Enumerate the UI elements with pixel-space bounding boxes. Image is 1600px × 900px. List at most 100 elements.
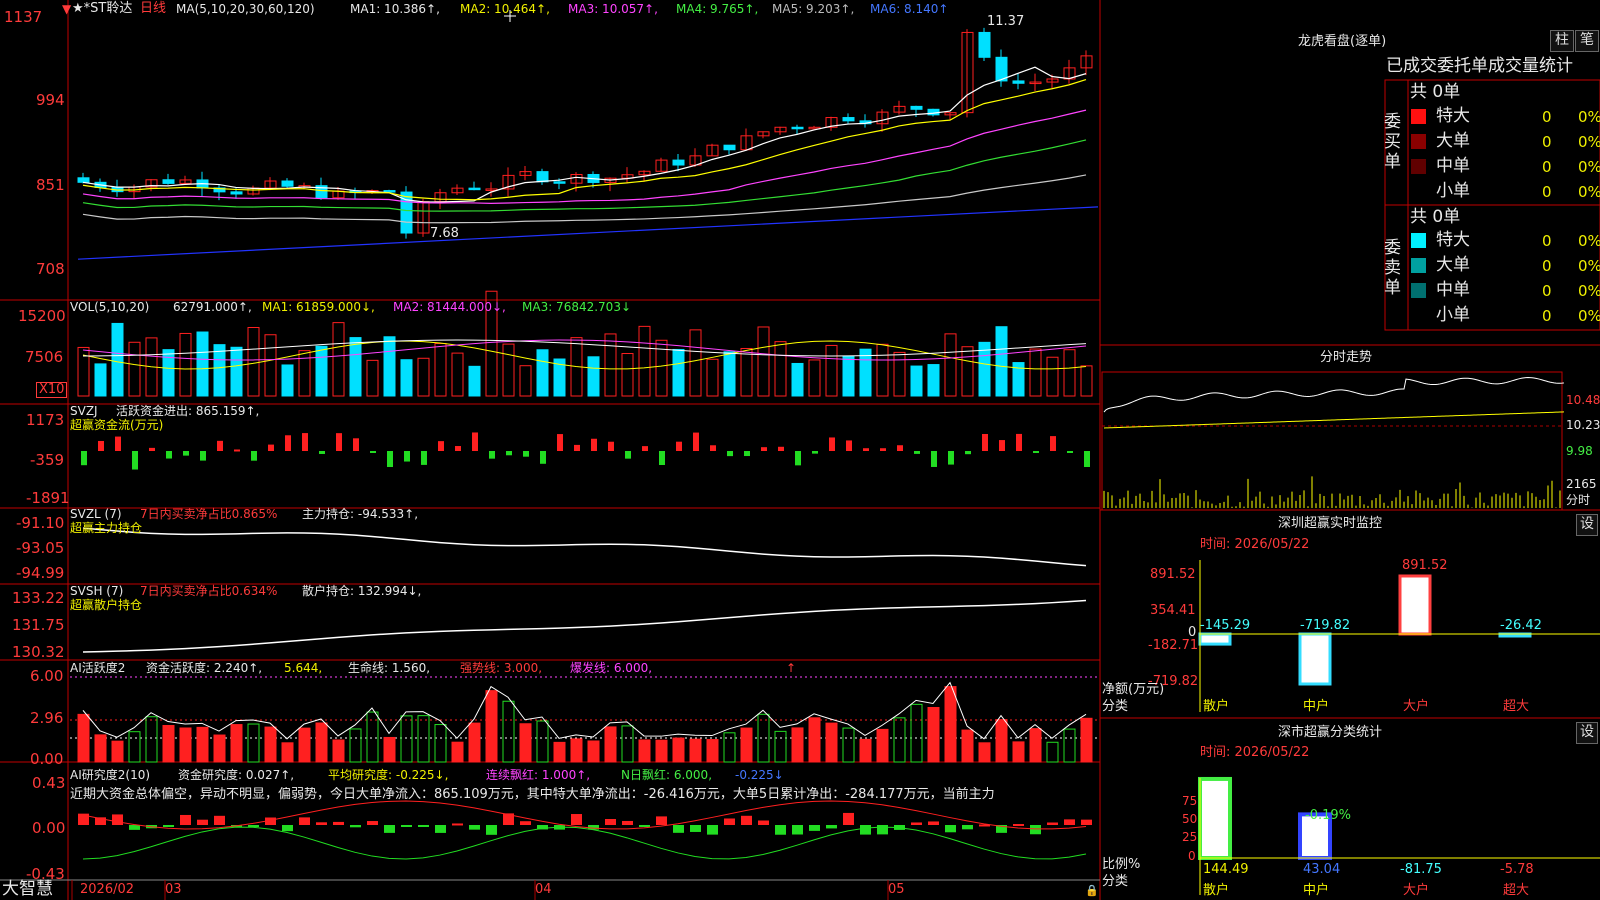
order-count: 0 [1542,232,1552,250]
app-window: ▼ ★*ST聆达 日线 MA(5,10,20,30,60,120) MA1: 1… [0,0,1600,900]
sz-monitor-settings-button[interactable]: 设 [1576,514,1598,536]
research-bar [248,825,259,827]
flow-bar [115,436,121,451]
research-bar [1013,824,1024,827]
sz-monitor-title: 深圳超赢实时监控 [1278,516,1383,531]
activity-bar [468,722,481,763]
activity-bar [1046,741,1059,763]
activity-bar [1080,717,1093,763]
order-size-label: 特大 [1436,106,1470,126]
svzj-subtitle: 超赢资金流(万元) [70,418,164,432]
volume-bar [672,348,685,397]
sz-class-ylabel: 比例% [1102,857,1141,872]
candle-body [536,171,549,183]
research-bar [112,814,123,825]
bar-mode-button[interactable]: 柱 [1550,30,1574,52]
svzj-axis-label: -1891 [26,489,70,507]
volume-bar [281,364,294,397]
volume-bar [451,352,464,397]
svsh-ratio: 7日内买卖净占比0.634% [140,584,278,598]
intraday-vol-unit: 分时 [1566,493,1591,507]
flow-bar [659,451,665,465]
order-size-swatch [1411,159,1426,174]
volume-bar [349,337,362,397]
ma1-value: MA1: 10.386↑, [350,2,440,16]
vol-axis-label: 7506 [25,348,64,366]
ai-research-comment: 近期大资金总体偏空，异动不明显，偏弱势，今日大单净流入：865.109万元，其中… [70,787,995,802]
ma3-value: MA3: 10.057↑, [568,2,658,16]
lock-icon[interactable]: 🔒 [1085,884,1099,897]
sz-cat-label: 散户 [1203,699,1230,714]
research-bar [690,825,701,832]
activity-bar [383,736,396,763]
volume-bar [315,345,328,397]
flow-bar [285,435,291,451]
activity-bar [723,732,736,763]
vol-ma2: MA2: 81444.000↓, [393,300,506,314]
net-amount-bar [1398,574,1432,636]
activity-bar [519,723,532,763]
window-menu-icon[interactable]: ▼ [62,2,71,16]
ai-active-f: ↑ [786,661,797,675]
volume-bar [128,341,141,397]
ai-research-b: 平均研究度: -0.225↓, [328,768,449,782]
order-count: 0 [1542,282,1552,300]
tick-mode-button[interactable]: 笔 [1575,30,1599,52]
sz-class-settings-button[interactable]: 设 [1576,722,1598,744]
ai-active-d: 强势线: 3.000, [460,661,543,675]
activity-bar [706,739,719,763]
flow-bar [1016,433,1022,451]
intraday-axis-label: 10.23 [1566,418,1600,432]
candle-body [910,105,923,110]
svzj-axis-label: -359 [30,451,65,469]
activity-bar [825,722,838,763]
ai-active-c: 生命线: 1.560, [348,661,431,675]
order-size-swatch [1411,283,1426,298]
sz-value-label: -145.29 [1200,618,1251,633]
sz-class-cat-label: 中户 [1303,883,1330,898]
flow-bar [642,446,648,451]
research-bar [826,825,837,829]
activity-bar [434,724,447,763]
volume-bar [383,336,396,397]
research-bar [877,825,888,835]
intraday-axis-label: 9.98 [1566,444,1593,458]
sz-class-value-label: -5.78 [1500,862,1534,877]
svzj-axis-label: 1173 [26,411,65,429]
volume-bar [298,350,311,397]
research-bar [520,821,531,825]
svsh-axis-label: 131.75 [12,616,65,634]
activity-bar [196,726,209,763]
period-label[interactable]: 日线 [140,1,166,16]
volume-bar [638,325,651,397]
chart-canvas[interactable] [0,0,1600,900]
order-count: 0 [1542,108,1552,126]
flow-bar [1050,436,1056,451]
activity-bar [910,703,923,763]
research-bar [962,825,973,830]
ma2-value: MA2: 10.464↑, [460,2,550,16]
activity-bar [485,690,498,763]
activity-bar [128,731,141,763]
flow-bar [370,451,376,453]
order-size-swatch [1411,109,1426,124]
ai-active-e: 爆发线: 6.000, [570,661,653,675]
intraday-frame [1101,371,1563,511]
flow-bar [183,451,189,456]
research-bar [299,817,310,825]
volume-bar [366,359,379,397]
sz-cat-label: 大户 [1403,699,1430,714]
flow-bar [591,438,597,451]
price-axis-label: 994 [36,91,65,109]
volume-bar [910,365,923,397]
net-amount-bar [1198,632,1232,646]
sz-class-cat-label: 散户 [1203,883,1230,898]
flow-bar [234,449,240,452]
sz-ylabel: 净额(万元) [1102,682,1165,697]
research-bar [367,821,378,825]
ma5-value: MA5: 9.203↑, [772,2,855,16]
activity-bar [757,713,770,763]
activity-bar [672,737,685,763]
activity-bar [213,734,226,763]
sz-class-y-label: 25 [1182,830,1198,844]
